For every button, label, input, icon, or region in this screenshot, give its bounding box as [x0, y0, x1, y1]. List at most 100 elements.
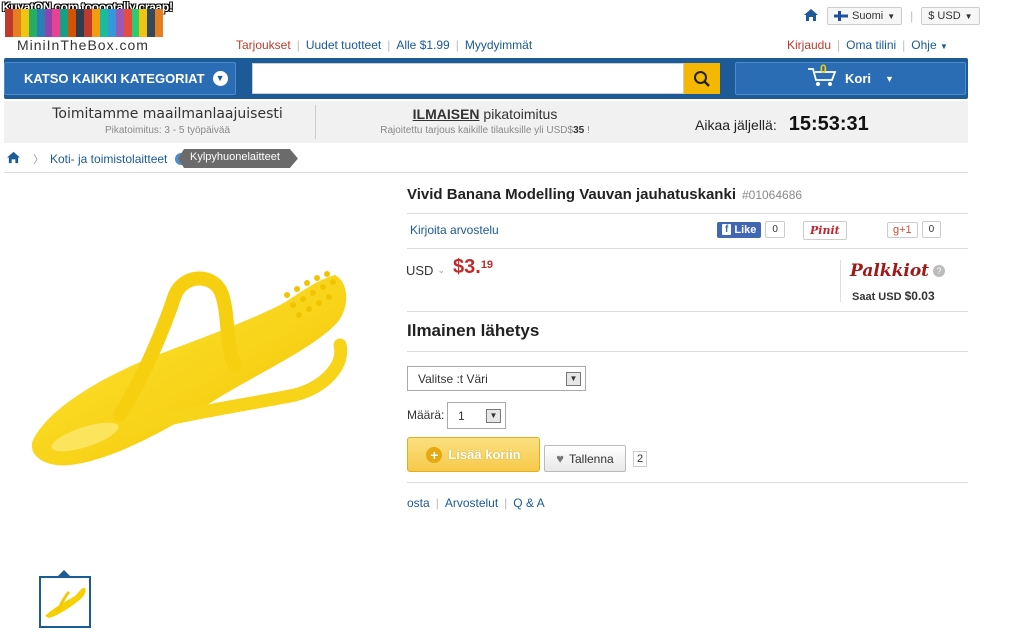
quantity-label: Määrä: — [407, 408, 445, 422]
logo-stripes[interactable] — [5, 9, 164, 37]
tab-buy[interactable]: osta — [407, 496, 430, 510]
help-icon[interactable]: ? — [933, 265, 946, 277]
logo-stripe — [155, 9, 164, 37]
nav-deals[interactable]: Tarjoukset — [236, 38, 291, 52]
product-sku: #01064686 — [741, 188, 803, 202]
nav-best-sellers[interactable]: Myydyimmät — [465, 38, 532, 52]
add-to-cart-button[interactable]: + Lisää koriin — [407, 437, 540, 472]
my-account-link[interactable]: Oma tilini — [846, 38, 896, 52]
free-shipping-threshold: 35 — [573, 125, 585, 136]
divider: | — [504, 496, 508, 510]
shipping-title: Toimitamme maailmanlaajuisesti — [52, 106, 283, 122]
logo-stripe — [28, 9, 37, 37]
google-plus-button[interactable]: g+1 — [887, 221, 918, 238]
product-image[interactable] — [25, 265, 355, 475]
breadcrumb: 〉 Koti- ja toimistolaitteet ▼ — [6, 151, 188, 167]
facebook-like-button[interactable]: f Like — [717, 221, 762, 238]
nav-under-price[interactable]: Alle $1.99 — [396, 38, 449, 52]
divider — [840, 260, 841, 302]
chevron-right-icon: 〉 — [33, 154, 44, 166]
site-logo[interactable]: MiniInTheBox.com — [17, 37, 149, 53]
breadcrumb-current[interactable]: Kylpyhuonelaitteet — [178, 149, 298, 168]
cart-count: 0 — [820, 62, 827, 76]
divider: | — [837, 38, 841, 52]
cart-icon: 0 — [807, 62, 837, 90]
logo-stripe — [52, 9, 61, 37]
countdown: Aikaa jäljellä: 15:53:31 — [695, 113, 869, 136]
free-shipping-bold: ILMAISEN — [412, 106, 480, 122]
save-button[interactable]: ♥ Tallenna — [544, 445, 626, 472]
logo-stripe — [60, 9, 69, 37]
price-main: $3. — [453, 256, 481, 278]
tab-qa[interactable]: Q & A — [513, 496, 544, 510]
free-shipping-sub-end: ! — [584, 125, 590, 136]
color-select[interactable]: Valitse :t Väri ▼ — [407, 366, 586, 391]
quantity-select[interactable]: 1 ▼ — [447, 402, 506, 429]
divider: | — [435, 496, 439, 510]
cart-button[interactable]: 0 Kori ▼ — [735, 62, 966, 95]
breadcrumb-category[interactable]: Koti- ja toimistolaitteet — [50, 152, 167, 166]
tab-reviews[interactable]: Arvostelut — [445, 496, 498, 510]
save-count: 2 — [633, 451, 648, 467]
logo-stripe — [36, 9, 45, 37]
divider: | — [902, 38, 906, 52]
product-tabs: osta | Arvostelut | Q & A — [407, 496, 545, 510]
facebook-like-widget: f Like 0 — [717, 221, 785, 238]
divider — [407, 213, 968, 214]
price-cents: 19 — [480, 259, 494, 271]
countdown-label: Aikaa jäljellä: — [695, 117, 777, 133]
logo-stripe — [20, 9, 29, 37]
chevron-down-icon: ▼ — [885, 73, 894, 84]
home-icon[interactable] — [6, 151, 21, 167]
help-link[interactable]: Ohje ▼ — [911, 38, 948, 52]
product-title-row: Vivid Banana Modelling Vauvan jauhatuska… — [407, 186, 802, 203]
product-thumbnail[interactable] — [39, 576, 91, 628]
logo-stripe — [76, 9, 85, 37]
heart-icon: ♥ — [556, 451, 564, 466]
all-categories-button[interactable]: KATSO KAIKKI KATEGORIAT ▼ — [4, 62, 236, 95]
google-plus-widget: g+1 0 — [887, 221, 942, 238]
free-shipping-rest: pikatoimitus — [479, 106, 558, 122]
color-select-value: Valitse :t Väri — [418, 371, 488, 386]
help-label: Ohje — [911, 38, 937, 52]
logo-stripe — [107, 9, 116, 37]
free-shipping-heading: Ilmainen lähetys — [407, 321, 540, 340]
language-select[interactable]: Suomi ▼ — [827, 7, 903, 25]
nav-new-products[interactable]: Uudet tuotteet — [306, 38, 381, 52]
cart-label: Kori — [845, 71, 872, 86]
dropdown-arrow-icon: ▼ — [566, 371, 581, 386]
divider: | — [387, 38, 391, 52]
login-link[interactable]: Kirjaudu — [787, 38, 831, 52]
google-plus-label: +1 — [899, 223, 912, 236]
countdown-value: 15:53:31 — [788, 113, 869, 135]
save-label: Tallenna — [569, 451, 614, 466]
search-icon — [694, 70, 710, 87]
search-input[interactable] — [252, 63, 684, 94]
divider — [407, 351, 968, 352]
dropdown-arrow-icon: ▼ — [486, 408, 501, 423]
currency-select[interactable]: $ USD ▼ — [921, 7, 980, 25]
logo-stripe — [91, 9, 100, 37]
facebook-icon: f — [722, 224, 732, 235]
quantity-value: 1 — [458, 408, 465, 423]
home-icon[interactable] — [803, 8, 819, 25]
currency-label: $ USD — [928, 10, 961, 22]
rewards-get-label: Saat USD — [852, 291, 902, 303]
facebook-like-count: 0 — [765, 221, 785, 238]
pinterest-button[interactable]: Pinit — [803, 221, 847, 240]
logo-stripe — [44, 9, 53, 37]
plus-icon: + — [426, 446, 443, 463]
rewards-amount: $0.03 — [904, 289, 935, 303]
chevron-down-icon: ▼ — [940, 42, 948, 51]
rewards-heading: Palkkiot ? — [850, 261, 946, 281]
search-button[interactable] — [684, 63, 720, 94]
divider — [407, 482, 968, 483]
write-review-link[interactable]: Kirjoita arvostelu — [410, 223, 499, 237]
worldwide-shipping-info: Toimitamme maailmanlaajuisesti Pikatoimi… — [30, 106, 305, 136]
currency-switch[interactable]: USD ⌄ — [406, 263, 445, 278]
product-title: Vivid Banana Modelling Vauvan jauhatuska… — [407, 186, 736, 203]
account-nav: Kirjaudu | Oma tilini | Ohje ▼ — [787, 38, 948, 52]
shipping-subtitle: Pikatoimitus: 3 - 5 työpäivää — [104, 125, 231, 136]
logo-stripe — [12, 9, 21, 37]
logo-stripe — [68, 9, 77, 37]
